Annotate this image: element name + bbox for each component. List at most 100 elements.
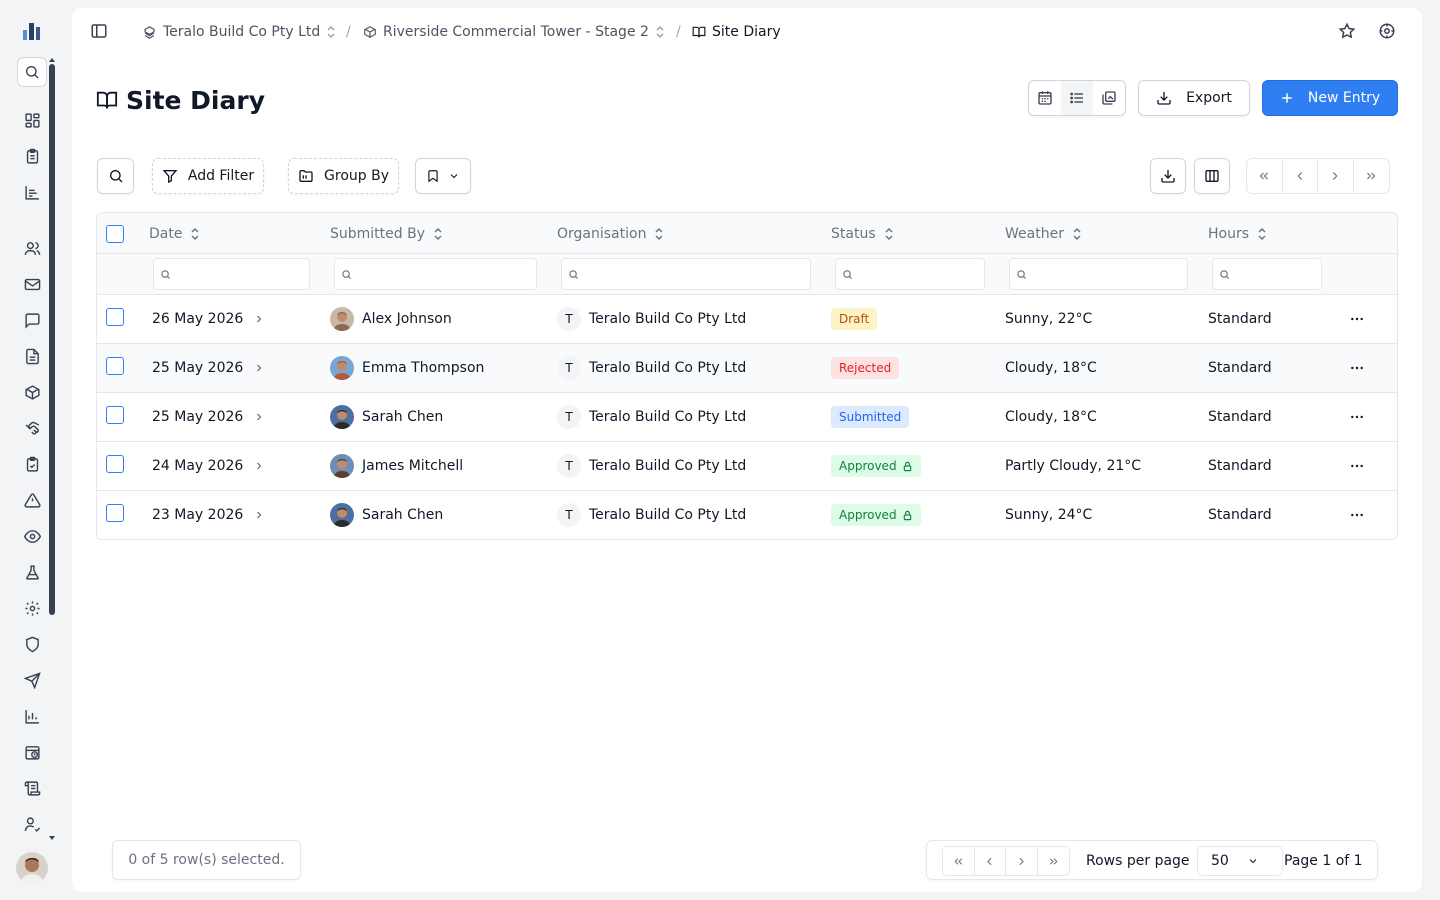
org-avatar: T	[557, 454, 581, 478]
column-header-hours[interactable]: Hours	[1208, 213, 1267, 254]
dashboard-icon[interactable]	[22, 110, 42, 130]
previous-page-icon[interactable]	[975, 847, 1006, 875]
app-logo-icon[interactable]	[20, 19, 44, 43]
table-row[interactable]: 26 May 2026 Alex Johnson T Teralo Build Co …	[97, 295, 1397, 344]
group-by-button[interactable]: Group By	[288, 158, 399, 194]
row-checkbox[interactable]	[106, 504, 124, 522]
calendar-clock-icon[interactable]	[22, 742, 42, 762]
row-actions-more-icon[interactable]	[1347, 456, 1367, 476]
date-filter-input[interactable]	[153, 258, 310, 290]
organisation-filter-input[interactable]	[561, 258, 811, 290]
columns-toggle-button[interactable]	[1194, 158, 1230, 194]
row-checkbox[interactable]	[106, 455, 124, 473]
table-row[interactable]: 23 May 2026 Sarah Chen T Teralo Build Co Pt…	[97, 491, 1397, 539]
bar-chart-icon[interactable]	[22, 706, 42, 726]
status-badge: Rejected	[831, 357, 900, 379]
sort-icon	[1072, 227, 1082, 241]
flask-icon[interactable]	[22, 562, 42, 582]
gallery-view-icon[interactable]	[1093, 81, 1125, 115]
mail-icon[interactable]	[22, 274, 42, 294]
next-page-icon[interactable]	[1006, 847, 1038, 875]
column-filter-row	[97, 254, 1397, 295]
sort-icon	[190, 227, 200, 241]
shield-icon[interactable]	[22, 634, 42, 654]
last-page-icon[interactable]	[1038, 847, 1069, 875]
column-header-status[interactable]: Status	[831, 213, 894, 254]
select-all-checkbox[interactable]	[106, 225, 124, 243]
chart-icon[interactable]	[22, 182, 42, 202]
date-cell[interactable]: 25 May 2026	[152, 344, 265, 392]
settings-gear-icon[interactable]	[1378, 22, 1398, 42]
favorite-star-icon[interactable]	[1338, 22, 1358, 42]
chevron-right-icon	[253, 362, 265, 374]
rows-per-page-select[interactable]: 50	[1197, 846, 1283, 876]
weather-filter-input[interactable]	[1009, 258, 1188, 290]
rail-scroll-up-icon[interactable]	[48, 57, 56, 63]
list-view-icon[interactable]	[1061, 81, 1093, 115]
book-icon	[692, 25, 706, 39]
chevron-updown-icon	[326, 25, 336, 39]
table-row[interactable]: 25 May 2026 Sarah Chen T Teralo Build Co Pt…	[97, 393, 1397, 442]
sidebar-toggle-icon[interactable]	[90, 22, 108, 40]
row-actions-more-icon[interactable]	[1347, 407, 1367, 427]
clipboard-icon[interactable]	[22, 146, 42, 166]
date-cell[interactable]: 24 May 2026	[152, 442, 265, 490]
table-search-button[interactable]	[97, 158, 134, 194]
export-button[interactable]: Export	[1138, 80, 1250, 116]
add-filter-button[interactable]: Add Filter	[152, 158, 264, 194]
date-cell[interactable]: 23 May 2026	[152, 491, 265, 539]
first-page-icon[interactable]	[943, 847, 975, 875]
row-actions-more-icon[interactable]	[1347, 505, 1367, 525]
row-actions-more-icon[interactable]	[1347, 309, 1367, 329]
chat-icon[interactable]	[22, 310, 42, 330]
current-user-avatar[interactable]	[16, 852, 48, 884]
table-row[interactable]: 24 May 2026 James Mitchell T Teralo Build C…	[97, 442, 1397, 491]
last-page-icon[interactable]	[1354, 159, 1389, 193]
document-icon[interactable]	[22, 346, 42, 366]
previous-page-icon[interactable]	[1283, 159, 1318, 193]
status-label: Draft	[839, 312, 870, 326]
date-cell[interactable]: 25 May 2026	[152, 393, 265, 441]
download-table-button[interactable]	[1150, 158, 1186, 194]
row-actions-more-icon[interactable]	[1347, 358, 1367, 378]
column-header-submitted-by[interactable]: Submitted By	[330, 213, 443, 254]
scroll-icon[interactable]	[22, 778, 42, 798]
row-checkbox[interactable]	[106, 406, 124, 424]
table-row[interactable]: 25 May 2026 Emma Thompson T Teralo Build Co…	[97, 344, 1397, 393]
users-icon[interactable]	[22, 238, 42, 258]
box-icon[interactable]	[22, 382, 42, 402]
date-cell[interactable]: 26 May 2026	[152, 295, 265, 343]
plus-icon	[1280, 91, 1294, 105]
submitted-by-filter-input[interactable]	[334, 258, 537, 290]
organisation-name: Teralo Build Co Pty Ltd	[589, 458, 747, 474]
column-header-organisation[interactable]: Organisation	[557, 213, 664, 254]
rail-scroll-down-icon[interactable]	[48, 835, 56, 841]
handshake-icon[interactable]	[22, 418, 42, 438]
user-check-icon[interactable]	[22, 814, 42, 834]
global-search-button[interactable]	[17, 57, 47, 87]
column-header-weather[interactable]: Weather	[1005, 213, 1082, 254]
settings-icon[interactable]	[22, 598, 42, 618]
hours-filter-input[interactable]	[1212, 258, 1322, 290]
next-page-icon[interactable]	[1318, 159, 1354, 193]
checklist-icon[interactable]	[22, 454, 42, 474]
first-page-icon[interactable]	[1247, 159, 1283, 193]
search-icon	[843, 269, 853, 279]
hours-cell: Standard	[1208, 458, 1272, 474]
send-icon[interactable]	[22, 670, 42, 690]
row-checkbox[interactable]	[106, 308, 124, 326]
saved-views-button[interactable]	[415, 158, 471, 194]
eye-icon[interactable]	[22, 526, 42, 546]
rail-scrollbar[interactable]	[49, 64, 55, 615]
row-checkbox[interactable]	[106, 357, 124, 375]
status-badge: Draft	[831, 308, 878, 330]
status-filter-input[interactable]	[835, 258, 985, 290]
calendar-view-icon[interactable]	[1029, 81, 1061, 115]
status-label: Approved	[839, 459, 897, 473]
breadcrumb-project[interactable]: Riverside Commercial Tower - Stage 2	[363, 21, 665, 43]
breadcrumb-company[interactable]: Teralo Build Co Pty Ltd	[142, 21, 336, 43]
new-entry-button[interactable]: New Entry	[1262, 80, 1398, 116]
search-icon	[1220, 269, 1230, 279]
warning-icon[interactable]	[22, 490, 42, 510]
column-header-date[interactable]: Date	[149, 213, 200, 254]
